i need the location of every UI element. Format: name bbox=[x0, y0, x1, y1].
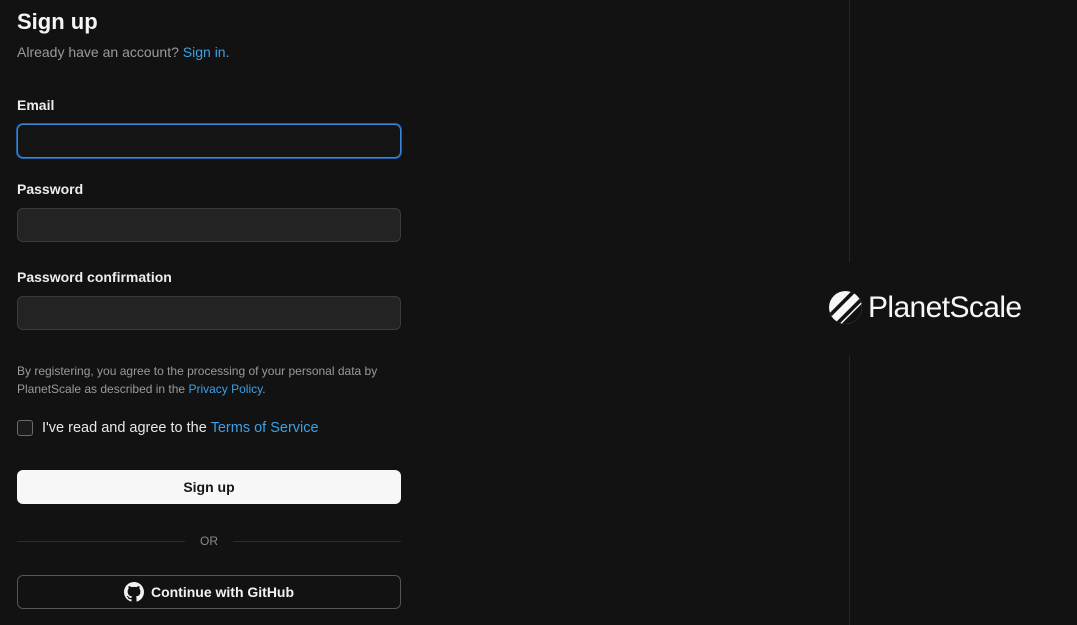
terms-agreement: I've read and agree to the Terms of Serv… bbox=[17, 420, 319, 436]
password-label: Password bbox=[17, 181, 84, 197]
signin-link[interactable]: Sign in bbox=[183, 44, 226, 60]
panel-divider-bottom bbox=[849, 356, 850, 625]
panel-divider-top bbox=[849, 0, 850, 262]
page-title: Sign up bbox=[17, 9, 98, 34]
signin-prompt: Already have an account? Sign in. bbox=[17, 44, 229, 60]
privacy-notice: By registering, you agree to the process… bbox=[17, 362, 401, 398]
password-confirmation-label: Password confirmation bbox=[17, 269, 172, 285]
privacy-notice-suffix: . bbox=[262, 382, 266, 396]
email-label: Email bbox=[17, 97, 55, 113]
github-button-label: Continue with GitHub bbox=[150, 584, 295, 600]
terms-label-text: I've read and agree to the bbox=[42, 420, 207, 436]
divider-line-right bbox=[233, 541, 401, 542]
brand-name: PlanetScale bbox=[868, 291, 1022, 324]
terms-checkbox[interactable] bbox=[17, 420, 33, 436]
terms-label: I've read and agree to the Terms of Serv… bbox=[42, 420, 319, 436]
github-icon bbox=[123, 582, 144, 602]
privacy-policy-link[interactable]: Privacy Policy bbox=[188, 382, 262, 396]
terms-of-service-link[interactable]: Terms of Service bbox=[211, 420, 319, 436]
planetscale-logo: PlanetScale bbox=[829, 291, 1022, 324]
github-signin-button[interactable]: Continue with GitHub bbox=[17, 575, 401, 609]
signin-prompt-text: Already have an account? bbox=[17, 44, 179, 60]
signin-prompt-suffix: . bbox=[225, 44, 230, 60]
signup-button[interactable]: Sign up bbox=[17, 470, 401, 504]
planetscale-logo-mark bbox=[829, 291, 862, 324]
password-confirmation-field[interactable] bbox=[17, 296, 401, 330]
email-field[interactable] bbox=[17, 124, 401, 158]
password-field[interactable] bbox=[17, 208, 401, 242]
or-divider: OR bbox=[17, 533, 401, 549]
